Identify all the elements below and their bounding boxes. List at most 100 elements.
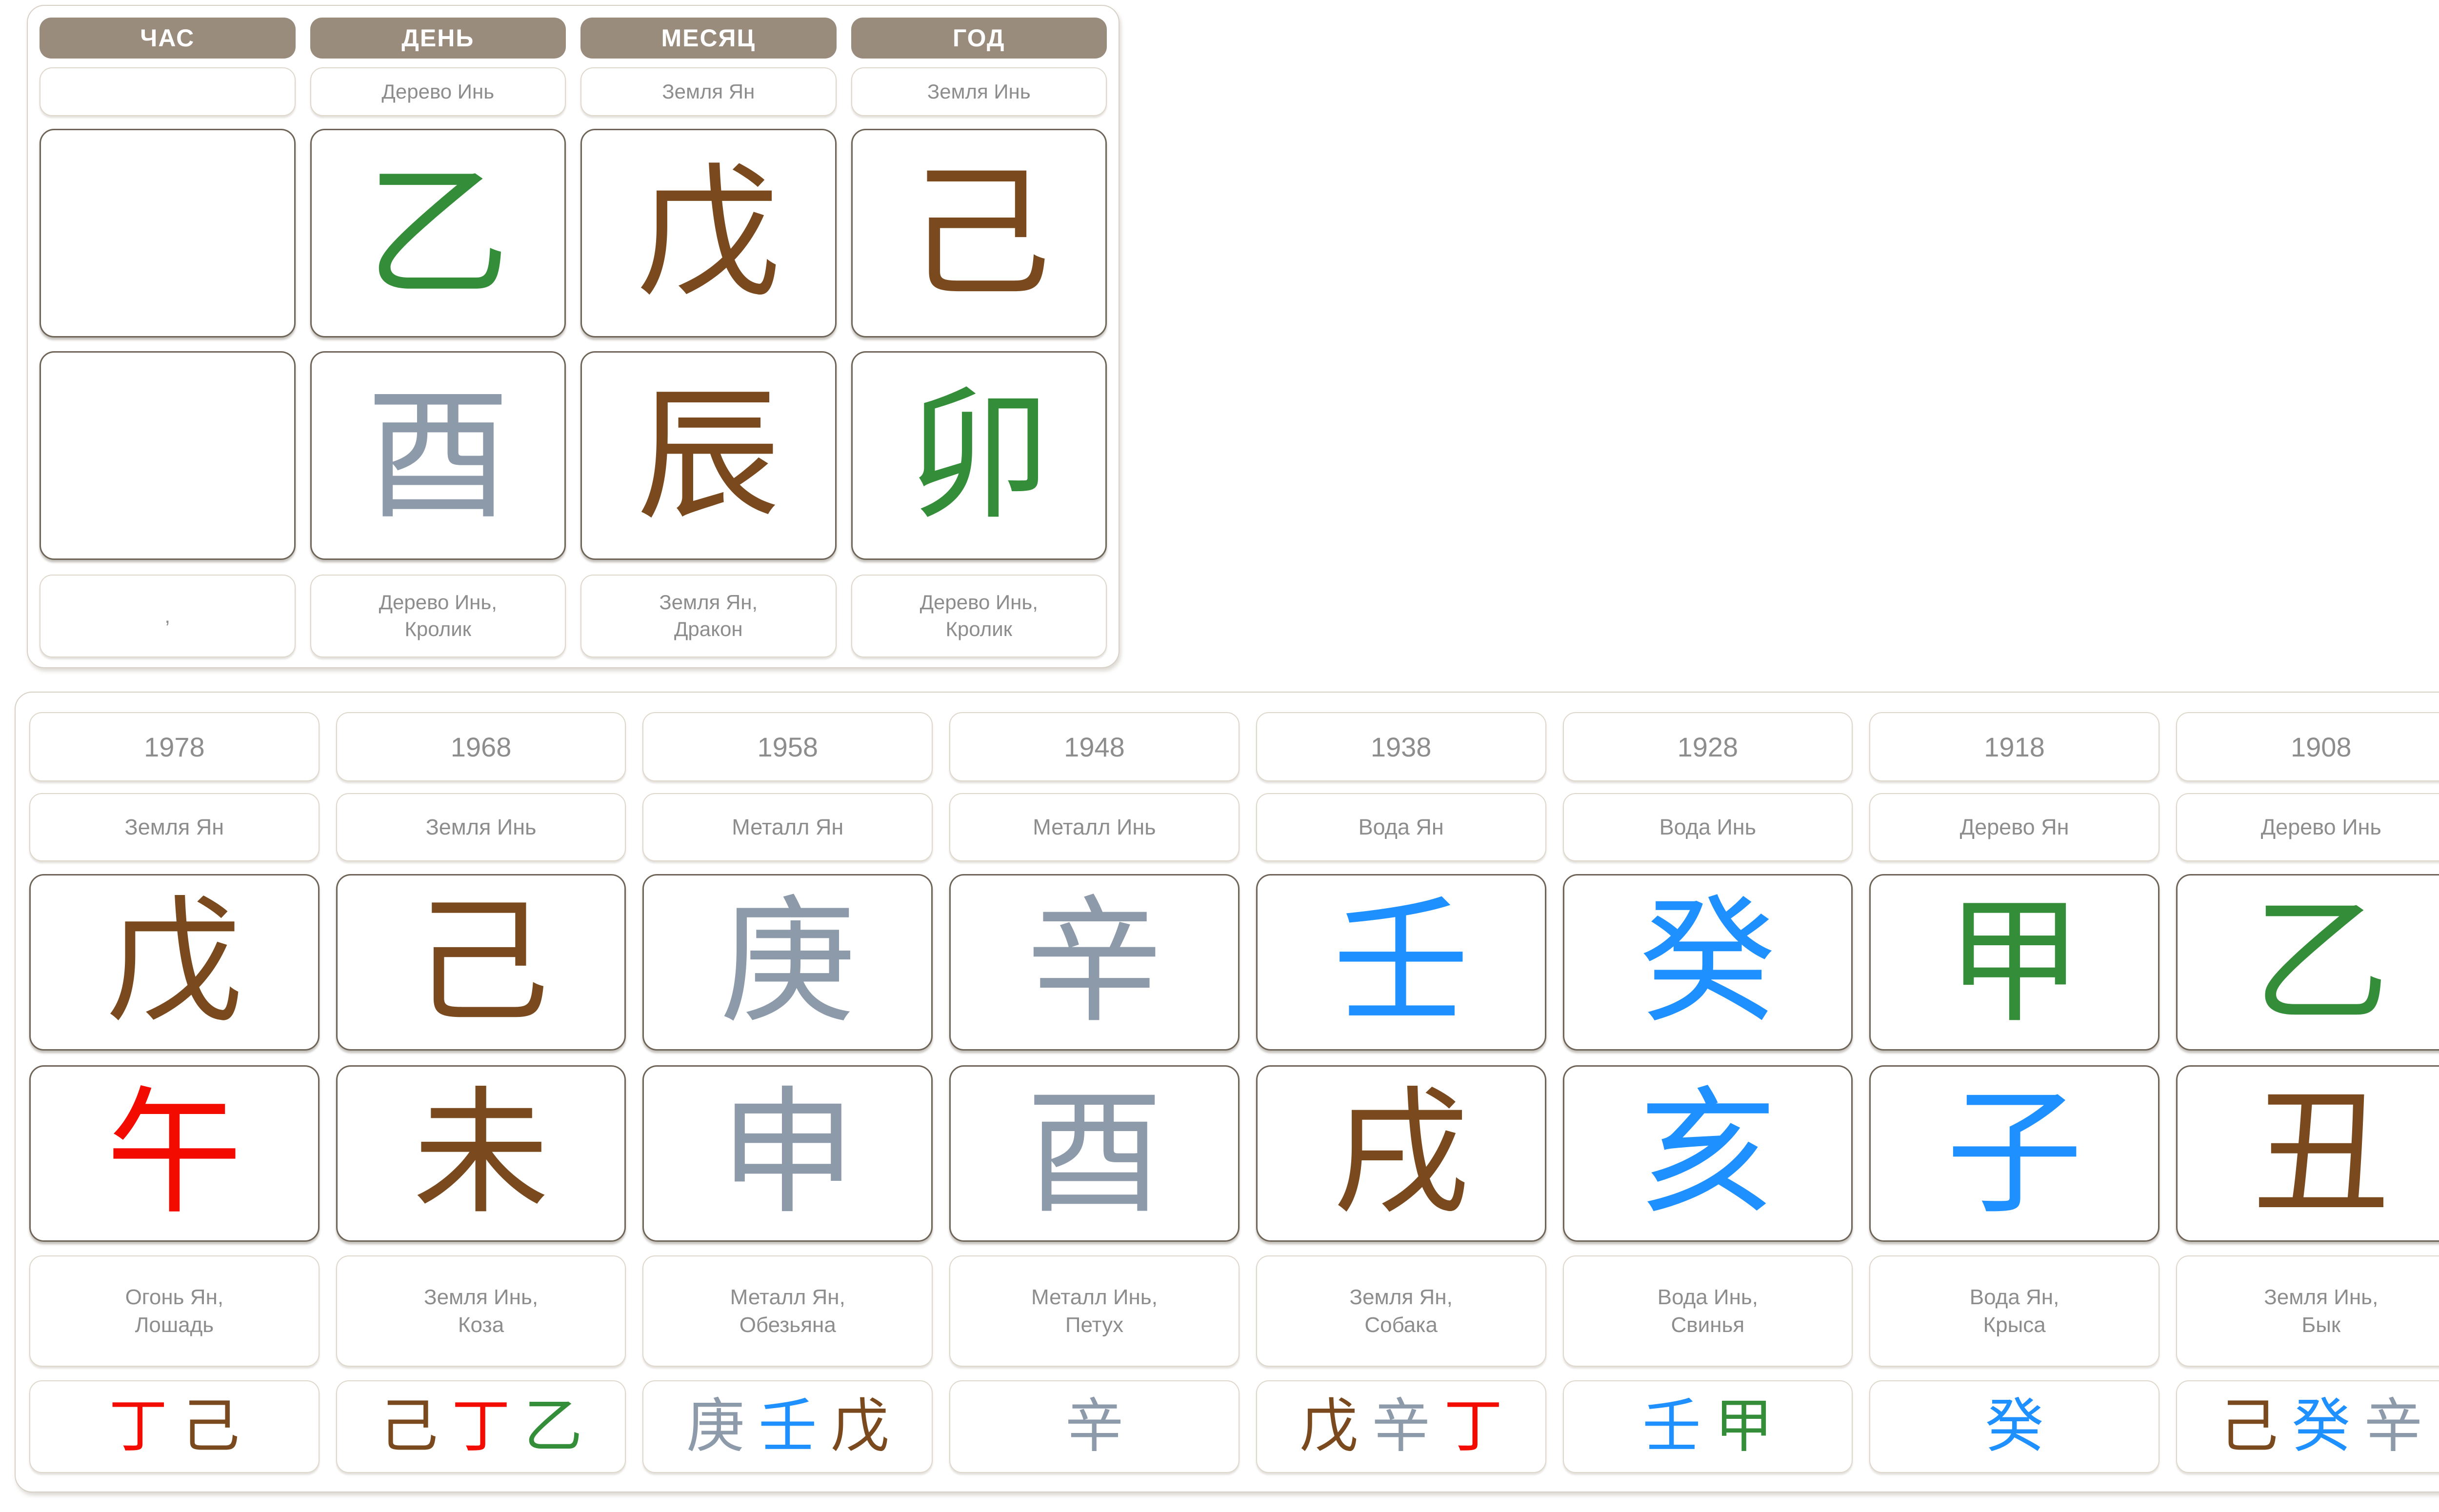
animal-label-line1: Металл Ян, <box>730 1283 845 1311</box>
animal-label-line2: Петух <box>1065 1311 1123 1339</box>
pillar-header-button[interactable]: ЧАС <box>40 18 296 59</box>
pillar-element-label: Дерево Инь <box>310 67 566 116</box>
animal-label-line2: Бык <box>2301 1311 2340 1339</box>
pillar-stem-box <box>40 129 296 338</box>
year-cycle-column: 1938 Вода Ян 壬 戌 Земля Ян, Собака 戊辛丁 <box>1256 693 1546 1492</box>
animal-label-line2: Собака <box>1364 1311 1438 1339</box>
hidden-stem-character: 壬 <box>759 1397 817 1456</box>
year-element-label: Дерево Инь <box>2176 793 2439 861</box>
year-columns-row: 1978 Земля Ян 戊 午 Огонь Ян, Лошадь 丁己 19… <box>16 693 2439 1492</box>
stem-character: 辛 <box>1026 894 1162 1031</box>
branch-character: 申 <box>720 1085 856 1222</box>
year-stem-box: 己 <box>336 874 626 1051</box>
branch-character: 丑 <box>2253 1085 2389 1222</box>
hidden-stem-character: 戊 <box>831 1397 889 1456</box>
animal-label-line2: Кролик <box>404 616 471 643</box>
year-value-box[interactable]: 1918 <box>1869 712 2159 781</box>
animal-label-line2: Кролик <box>945 616 1012 643</box>
stem-character: 壬 <box>1333 894 1469 1031</box>
year-branch-box: 戌 <box>1256 1065 1546 1242</box>
hidden-stem-character: 丁 <box>109 1397 167 1456</box>
year-cycle-column: 1908 Дерево Инь 乙 丑 Земля Инь, Бык 己癸辛 <box>2176 693 2439 1492</box>
stem-character: 庚 <box>720 894 856 1031</box>
year-branch-box: 亥 <box>1563 1065 1853 1242</box>
pillar-animal-label: Дерево Инь, Кролик <box>310 575 566 657</box>
hidden-stems-box: 庚壬戊 <box>642 1380 933 1473</box>
year-animal-label: Вода Ян, Крыса <box>1869 1255 2159 1367</box>
year-stem-box: 戊 <box>29 874 320 1051</box>
hidden-stems-box: 壬甲 <box>1563 1380 1853 1473</box>
year-branch-box: 未 <box>336 1065 626 1242</box>
year-cycle-column: 1918 Дерево Ян 甲 子 Вода Ян, Крыса 癸 <box>1869 693 2159 1492</box>
year-branch-box: 午 <box>29 1065 320 1242</box>
hidden-stems-box: 癸 <box>1869 1380 2159 1473</box>
year-element-label: Металл Ян <box>642 793 933 861</box>
year-value-box[interactable]: 1958 <box>642 712 933 781</box>
stem-character: 戊 <box>106 894 242 1031</box>
stem-character: 己 <box>907 161 1051 305</box>
natal-pillar-column: ЧАС , <box>40 6 296 667</box>
natal-chart-panel: ЧАС , ДЕНЬ Дерево Инь 乙 酉 Дерево Инь, Кр… <box>27 5 1120 668</box>
branch-character: 卯 <box>907 384 1051 528</box>
year-element-label: Земля Ян <box>29 793 320 861</box>
animal-label-line1: Дерево Инь, <box>920 589 1038 616</box>
hidden-stem-character: 己 <box>181 1397 240 1456</box>
animal-label-line2: Крыса <box>1983 1311 2045 1339</box>
pillar-branch-box: 辰 <box>580 351 837 560</box>
pillar-header-button[interactable]: ДЕНЬ <box>310 18 566 59</box>
animal-label-line1: Огонь Ян, <box>125 1283 224 1311</box>
hidden-stem-character: 癸 <box>2292 1397 2350 1456</box>
hidden-stems-box: 辛 <box>949 1380 1239 1473</box>
stem-character: 乙 <box>366 161 510 305</box>
hidden-stem-character: 己 <box>2219 1397 2278 1456</box>
stem-character: 乙 <box>2253 894 2389 1031</box>
natal-pillar-column: ДЕНЬ Дерево Инь 乙 酉 Дерево Инь, Кролик <box>310 6 566 667</box>
hidden-stem-character: 丁 <box>452 1397 510 1456</box>
animal-label-line1: Металл Инь, <box>1031 1283 1158 1311</box>
pillar-header-button[interactable]: МЕСЯЦ <box>580 18 837 59</box>
year-stem-box: 甲 <box>1869 874 2159 1051</box>
animal-label-line1: , <box>164 603 170 630</box>
pillar-stem-box: 乙 <box>310 129 566 338</box>
animal-label-line1: Земля Инь, <box>424 1283 538 1311</box>
year-value-box[interactable]: 1938 <box>1256 712 1546 781</box>
pillar-animal-label: , <box>40 575 296 657</box>
year-element-label: Земля Инь <box>336 793 626 861</box>
year-value-box[interactable]: 1948 <box>949 712 1239 781</box>
year-branch-box: 子 <box>1869 1065 2159 1242</box>
year-animal-label: Огонь Ян, Лошадь <box>29 1255 320 1367</box>
animal-label-line1: Вода Ян, <box>1970 1283 2059 1311</box>
year-stem-box: 壬 <box>1256 874 1546 1051</box>
pillar-animal-label: Земля Ян, Дракон <box>580 575 837 657</box>
hidden-stems-box: 丁己 <box>29 1380 320 1473</box>
year-cycle-column: 1978 Земля Ян 戊 午 Огонь Ян, Лошадь 丁己 <box>29 693 320 1492</box>
pillar-header-button[interactable]: ГОД <box>851 18 1107 59</box>
hidden-stem-character: 乙 <box>524 1397 582 1456</box>
branch-character: 酉 <box>1026 1085 1162 1222</box>
hidden-stems-box: 己丁乙 <box>336 1380 626 1473</box>
branch-character: 戌 <box>1333 1085 1469 1222</box>
year-value-box[interactable]: 1908 <box>2176 712 2439 781</box>
animal-label-line2: Коза <box>458 1311 504 1339</box>
animal-label-line2: Лошадь <box>135 1311 214 1339</box>
animal-label-line2: Свинья <box>1671 1311 1744 1339</box>
year-cycle-column: 1958 Металл Ян 庚 申 Металл Ян, Обезьяна 庚… <box>642 693 933 1492</box>
branch-character: 未 <box>413 1085 549 1222</box>
animal-label-line1: Дерево Инь, <box>379 589 497 616</box>
pillar-branch-box: 卯 <box>851 351 1107 560</box>
year-value-box[interactable]: 1968 <box>336 712 626 781</box>
hidden-stem-character: 己 <box>380 1397 438 1456</box>
year-cycle-column: 1928 Вода Инь 癸 亥 Вода Инь, Свинья 壬甲 <box>1563 693 1853 1492</box>
year-value-box[interactable]: 1928 <box>1563 712 1853 781</box>
year-element-label: Вода Ян <box>1256 793 1546 861</box>
branch-character: 子 <box>1946 1085 2083 1222</box>
animal-label-line2: Дракон <box>674 616 743 643</box>
year-value-box[interactable]: 1978 <box>29 712 320 781</box>
year-element-label: Дерево Ян <box>1869 793 2159 861</box>
animal-label-line1: Земля Ян, <box>659 589 758 616</box>
branch-character: 辰 <box>637 384 780 528</box>
natal-pillars-row: ЧАС , ДЕНЬ Дерево Инь 乙 酉 Дерево Инь, Кр… <box>28 6 1119 667</box>
hidden-stems-box: 己癸辛 <box>2176 1380 2439 1473</box>
hidden-stems-box: 戊辛丁 <box>1256 1380 1546 1473</box>
pillar-animal-label: Дерево Инь, Кролик <box>851 575 1107 657</box>
